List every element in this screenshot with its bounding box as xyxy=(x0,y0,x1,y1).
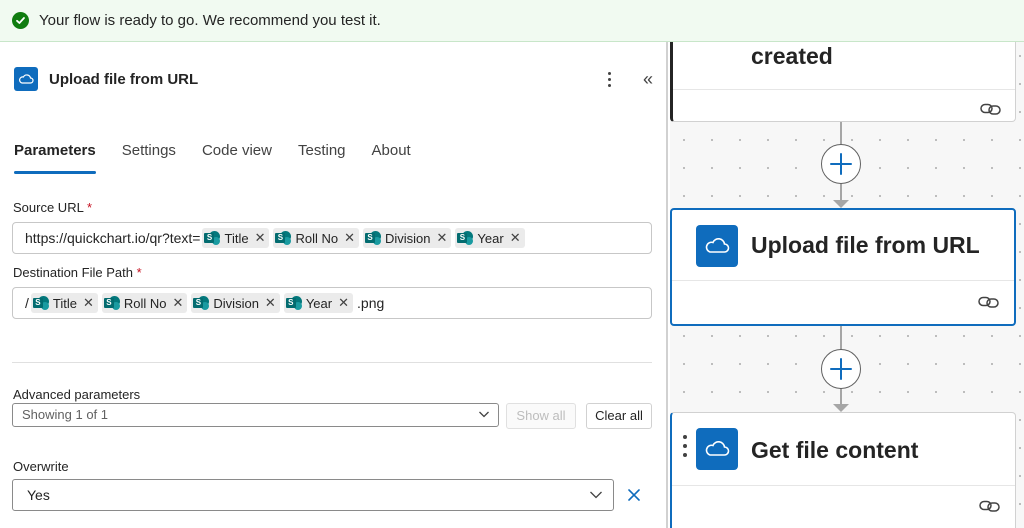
remove-token-icon[interactable]: ✕ xyxy=(173,295,184,311)
token-chip[interactable]: S Title ✕ xyxy=(30,293,98,313)
flow-card-get-file-content[interactable]: Get file content xyxy=(670,412,1016,528)
chevron-down-icon xyxy=(478,404,490,434)
tab-list: Parameters Settings Code view Testing Ab… xyxy=(14,138,437,174)
tab-about[interactable]: About xyxy=(372,138,411,174)
onedrive-cloud-icon xyxy=(696,225,738,267)
flow-canvas[interactable]: created Upload file from URL Get file co… xyxy=(670,42,1024,528)
remove-token-icon[interactable]: ✕ xyxy=(510,230,521,246)
insert-step-button[interactable] xyxy=(821,144,861,184)
token-chip[interactable]: S Title ✕ xyxy=(202,228,270,248)
source-url-label: Source URL * xyxy=(13,200,93,215)
tab-parameters[interactable]: Parameters xyxy=(14,138,96,174)
panel-title: Upload file from URL xyxy=(49,70,199,88)
connector-arrow xyxy=(833,200,849,208)
clear-value-icon[interactable] xyxy=(624,482,644,508)
token-chip[interactable]: S Year ✕ xyxy=(283,293,354,313)
link-icon[interactable] xyxy=(977,294,1001,310)
flow-card-upload-file[interactable]: Upload file from URL xyxy=(670,208,1016,326)
sharepoint-icon: S xyxy=(285,295,302,311)
overwrite-label: Overwrite xyxy=(13,459,69,474)
onedrive-cloud-icon xyxy=(696,428,738,470)
sharepoint-icon: S xyxy=(365,230,381,246)
card-title: created xyxy=(751,43,833,69)
link-icon[interactable] xyxy=(978,498,1002,514)
sharepoint-icon: S xyxy=(103,295,120,311)
tab-testing[interactable]: Testing xyxy=(298,138,346,174)
source-url-prefix: https://quickchart.io/qr?text= xyxy=(25,230,201,246)
remove-token-icon[interactable]: ✕ xyxy=(338,295,349,311)
drag-handle-icon[interactable] xyxy=(682,435,688,457)
section-divider xyxy=(12,362,652,363)
collapse-panel-icon[interactable]: « xyxy=(638,66,658,92)
advanced-parameters-select[interactable]: Showing 1 of 1 xyxy=(12,403,499,427)
destination-prefix: / xyxy=(25,295,29,311)
chevron-down-icon xyxy=(589,480,603,521)
advanced-parameters-label: Advanced parameters xyxy=(13,387,141,402)
tab-settings[interactable]: Settings xyxy=(122,138,176,174)
destination-path-label: Destination File Path * xyxy=(13,265,142,280)
sharepoint-icon: S xyxy=(193,295,210,311)
connector-arrow xyxy=(833,404,849,412)
sharepoint-icon: S xyxy=(457,230,474,246)
onedrive-cloud-icon xyxy=(14,67,38,91)
token-chip[interactable]: S Year ✕ xyxy=(455,228,525,248)
action-details-panel: Upload file from URL « Parameters Settin… xyxy=(0,42,668,528)
token-chip[interactable]: S Division ✕ xyxy=(363,228,452,248)
remove-token-icon[interactable]: ✕ xyxy=(265,295,276,311)
sharepoint-icon: S xyxy=(204,230,221,246)
remove-token-icon[interactable]: ✕ xyxy=(255,230,266,246)
sharepoint-icon: S xyxy=(32,295,49,311)
destination-path-field[interactable]: / S Title ✕ S Roll No ✕ S Division ✕ S Y… xyxy=(12,287,652,319)
plus-icon xyxy=(830,153,852,175)
remove-token-icon[interactable]: ✕ xyxy=(83,295,94,311)
overwrite-dropdown[interactable]: Yes xyxy=(12,479,614,511)
success-banner: Your flow is ready to go. We recommend y… xyxy=(0,0,1024,42)
destination-suffix: .png xyxy=(357,295,385,311)
tab-code-view[interactable]: Code view xyxy=(202,138,272,174)
link-icon[interactable] xyxy=(979,101,1003,117)
show-all-button[interactable]: Show all xyxy=(506,403,576,429)
panel-header: Upload file from URL « xyxy=(14,66,660,92)
card-title: Get file content xyxy=(751,437,919,463)
flow-card-trigger[interactable]: created xyxy=(670,42,1016,122)
more-options-icon[interactable] xyxy=(602,66,616,92)
banner-message: Your flow is ready to go. We recommend y… xyxy=(39,12,381,29)
token-chip[interactable]: S Division ✕ xyxy=(191,293,280,313)
plus-icon xyxy=(830,358,852,380)
card-title: Upload file from URL xyxy=(751,232,980,258)
remove-token-icon[interactable]: ✕ xyxy=(437,230,448,246)
clear-all-button[interactable]: Clear all xyxy=(586,403,652,429)
checkmark-circle-icon xyxy=(12,12,29,29)
remove-token-icon[interactable]: ✕ xyxy=(344,230,355,246)
sharepoint-icon: S xyxy=(275,230,292,246)
source-url-field[interactable]: https://quickchart.io/qr?text= S Title ✕… xyxy=(12,222,652,254)
token-chip[interactable]: S Roll No ✕ xyxy=(273,228,359,248)
token-chip[interactable]: S Roll No ✕ xyxy=(101,293,188,313)
insert-step-button[interactable] xyxy=(821,349,861,389)
